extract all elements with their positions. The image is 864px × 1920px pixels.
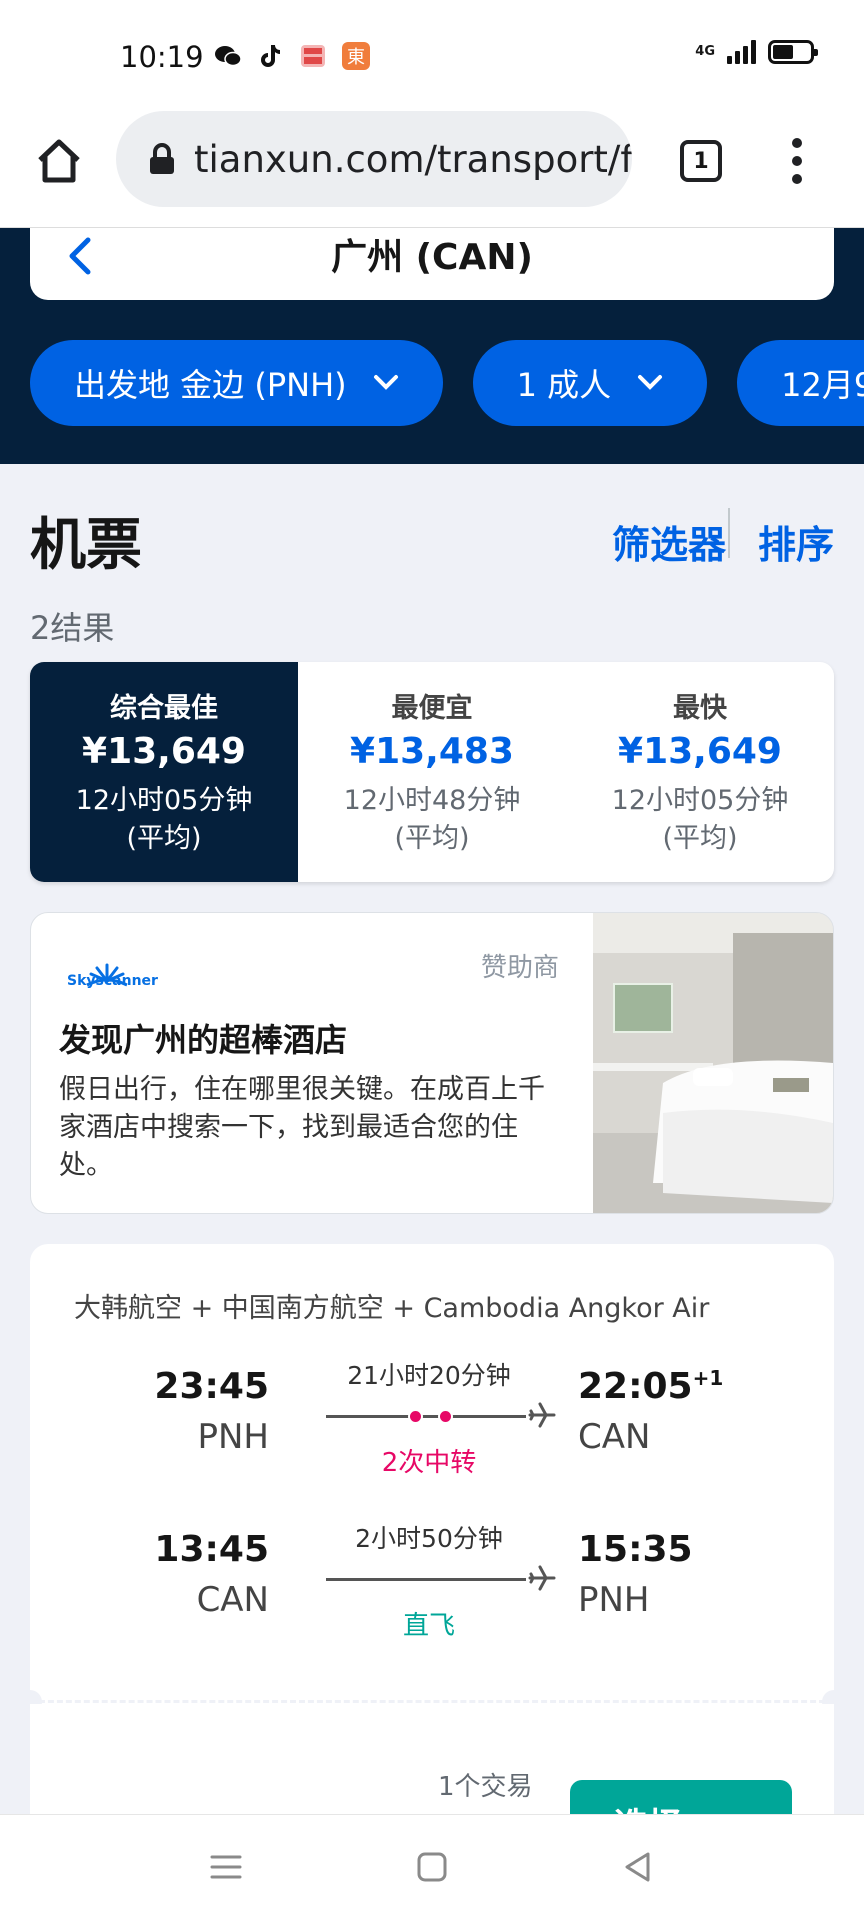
tab-cheapest[interactable]: 最便宜 ¥13,483 12小时48分钟 (平均)	[298, 662, 566, 882]
wechat-icon	[214, 42, 242, 70]
leg-route: 2小时50分钟 直飞	[326, 1519, 556, 1642]
depart-time: 23:45	[154, 1366, 269, 1407]
leg-arrival: 22:05+1 CAN	[578, 1366, 723, 1457]
tab-label: 最便宜	[391, 693, 473, 724]
address-bar[interactable]: tianxun.com/transport/f	[116, 111, 632, 207]
stop-dot	[408, 1409, 423, 1424]
chevron-down-icon	[373, 375, 398, 390]
origin-pill[interactable]: 出发地 金边 (PNH)	[30, 340, 443, 426]
tab-fastest[interactable]: 最快 ¥13,649 12小时05分钟 (平均)	[566, 662, 834, 882]
home-nav-icon[interactable]	[414, 1849, 450, 1885]
network-type: 4G	[695, 44, 715, 59]
tab-best[interactable]: 综合最佳 ¥13,649 12小时05分钟 (平均)	[30, 662, 298, 882]
search-video-icon	[298, 42, 328, 70]
tab-price: ¥13,649	[82, 731, 246, 772]
stops-label: 直飞	[402, 1611, 455, 1641]
flight-result-card[interactable]: 大韩航空 + 中国南方航空 + Cambodia Angkor Air 23:4…	[30, 1244, 834, 1704]
browser-toolbar: tianxun.com/transport/f 1	[0, 108, 864, 228]
tab-note: (平均)	[662, 823, 738, 854]
status-bar: 10:19 東 4G	[0, 0, 864, 108]
sort-button[interactable]: 排序	[758, 514, 834, 569]
plane-icon	[528, 1402, 556, 1428]
system-nav-bar	[0, 1814, 864, 1920]
return-leg: 13:45 CAN 2小时50分钟 直飞 15:35 PNH	[30, 1519, 834, 1649]
leg-duration: 21小时20分钟	[347, 1361, 511, 1390]
leg-duration: 2小时50分钟	[355, 1524, 503, 1553]
sort-tabs: 综合最佳 ¥13,649 12小时05分钟 (平均) 最便宜 ¥13,483 1…	[30, 662, 834, 882]
sponsored-hotel-ad[interactable]: Skyscanner 赞助商 发现广州的超棒酒店 假日出行，住在哪里很关键。在成…	[30, 912, 834, 1214]
destination-title: 广州 (CAN)	[331, 237, 533, 278]
url-text: tianxun.com/transport/f	[194, 137, 632, 181]
stop-dot	[438, 1409, 453, 1424]
passengers-pill-label: 1 成人	[516, 366, 612, 404]
depart-airport: PNH	[197, 1417, 269, 1457]
depart-airport: CAN	[196, 1580, 269, 1620]
tab-switcher-button[interactable]: 1	[680, 140, 722, 182]
tab-label: 综合最佳	[110, 693, 218, 724]
tab-price: ¥13,483	[350, 731, 514, 772]
tab-duration: 12小时05分钟	[75, 785, 253, 816]
destination-card[interactable]: 广州 (CAN)	[30, 228, 834, 300]
arrive-airport: CAN	[578, 1417, 651, 1457]
chevron-down-icon	[638, 375, 663, 390]
origin-pill-label: 出发地 金边 (PNH)	[74, 366, 347, 404]
plane-icon	[528, 1565, 556, 1591]
status-app-icons: 東	[214, 42, 370, 70]
home-icon[interactable]	[34, 136, 84, 186]
leg-arrival: 15:35 PNH	[578, 1529, 693, 1620]
search-pills: 出发地 金边 (PNH) 1 成人 12月9日	[30, 340, 864, 426]
flight-price-section: 1个交易 选择 →	[30, 1704, 834, 1846]
dong-app-icon: 東	[342, 42, 370, 70]
results-header: 机票 2结果 筛选器 排序	[30, 500, 834, 649]
tab-price: ¥13,649	[618, 731, 782, 772]
tiktok-icon	[256, 42, 284, 70]
lock-icon	[150, 143, 174, 174]
leg-route: 21小时20分钟 2次中转	[326, 1356, 556, 1479]
tab-note: (平均)	[394, 823, 470, 854]
ad-title: 发现广州的超棒酒店	[59, 1021, 348, 1059]
arrive-time: 22:05	[578, 1366, 693, 1407]
leg-departure: 13:45 CAN	[154, 1529, 269, 1620]
passengers-pill[interactable]: 1 成人	[472, 340, 708, 426]
date-pill-label: 12月9日	[781, 366, 864, 404]
stops-label: 2次中转	[381, 1448, 477, 1478]
ad-description: 假日出行，住在哪里很关键。在成百上千家酒店中搜索一下，找到最适合您的住处。	[59, 1074, 545, 1181]
airlines-label: 大韩航空 + 中国南方航空 + Cambodia Angkor Air	[74, 1293, 710, 1324]
arrive-airport: PNH	[578, 1580, 650, 1620]
outbound-leg: 23:45 PNH 21小时20分钟 2次中转 22:05+1 CAN	[30, 1356, 834, 1486]
search-header: 广州 (CAN) 出发地 金边 (PNH) 1 成人 12月9日	[0, 228, 864, 464]
recent-apps-icon[interactable]	[208, 1849, 244, 1885]
sponsor-label: 赞助商	[481, 953, 560, 983]
tab-duration: 12小时48分钟	[343, 785, 521, 816]
tab-note: (平均)	[126, 823, 202, 854]
back-nav-icon[interactable]	[620, 1849, 656, 1885]
filter-button[interactable]: 筛选器	[612, 514, 726, 569]
hotel-room-image	[593, 913, 833, 1213]
status-indicators: 4G	[695, 40, 818, 64]
results-count: 2结果	[30, 609, 115, 647]
route-line	[326, 1402, 556, 1428]
depart-time: 13:45	[154, 1529, 269, 1570]
app-screen: 10:19 東 4G tianxun.com/transport/f 1 广州 …	[0, 0, 864, 1920]
divider	[728, 508, 730, 558]
day-offset: +1	[692, 1366, 724, 1390]
battery-icon	[768, 40, 818, 64]
skyscanner-brand: Skyscanner	[67, 973, 158, 989]
tab-label: 最快	[673, 693, 727, 724]
status-time: 10:19	[120, 40, 204, 74]
overflow-menu-icon[interactable]	[790, 138, 804, 184]
date-pill[interactable]: 12月9日	[737, 340, 864, 426]
leg-departure: 23:45 PNH	[154, 1366, 269, 1457]
arrive-time: 15:35	[578, 1529, 693, 1570]
signal-icon	[727, 40, 756, 64]
route-line	[326, 1565, 556, 1591]
deals-count: 1个交易	[438, 1772, 533, 1802]
tab-duration: 12小时05分钟	[611, 785, 789, 816]
